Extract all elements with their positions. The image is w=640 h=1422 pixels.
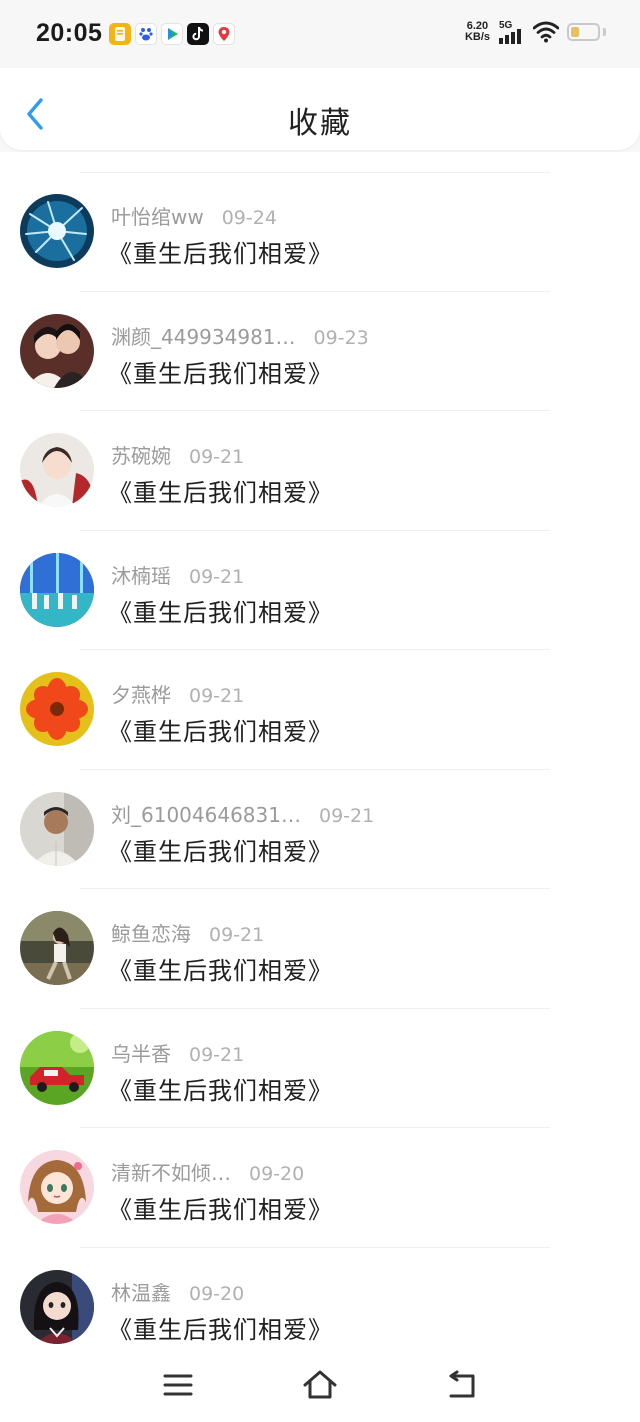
favorite-item[interactable]: 林温鑫 09-20 《重生后我们相爱》 (0, 1248, 640, 1367)
user-name[interactable]: 沐楠瑶 (111, 560, 171, 589)
wifi-icon (533, 21, 559, 43)
favorite-meta: 鲸鱼恋海 09-21 (111, 918, 264, 947)
user-name[interactable]: 刘_61004646831… (111, 799, 301, 828)
favorite-date: 09-21 (209, 924, 265, 946)
user-name[interactable]: 苏碗婉 (111, 440, 171, 469)
back-icon (449, 1370, 475, 1398)
book-title[interactable]: 《重生后我们相爱》 (108, 1071, 333, 1106)
book-title[interactable]: 《重生后我们相爱》 (108, 832, 333, 867)
favorite-item[interactable]: 夕燕桦 09-21 《重生后我们相爱》 (0, 650, 640, 770)
status-time: 20:05 (36, 19, 103, 47)
user-name[interactable]: 渊颜_449934981… (111, 321, 296, 350)
favorite-item[interactable]: 叶怡绾ww 09-24 《重生后我们相爱》 (0, 172, 640, 292)
book-title[interactable]: 《重生后我们相爱》 (108, 593, 333, 628)
tiktok-app-icon (187, 23, 209, 45)
favorite-meta: 沐楠瑶 09-21 (111, 560, 244, 589)
stage-avatar[interactable] (20, 552, 94, 627)
anime-girl-avatar[interactable] (20, 1150, 94, 1224)
menu-button[interactable] (158, 1368, 198, 1402)
page-header: 收藏 (0, 68, 640, 150)
book-title[interactable]: 《重生后我们相爱》 (108, 951, 333, 986)
home-button[interactable] (300, 1368, 340, 1402)
favorite-meta: 叶怡绾ww 09-24 (111, 201, 277, 230)
girl-avatar[interactable] (20, 1269, 94, 1344)
favorite-meta: 乌半香 09-21 (111, 1038, 244, 1067)
outdoor-avatar[interactable] (20, 911, 94, 985)
favorite-date: 09-21 (189, 565, 245, 588)
favorite-meta: 夕燕桦 09-21 (111, 679, 244, 708)
network-speed-unit: KB/s (464, 31, 490, 43)
man-avatar[interactable] (20, 791, 94, 866)
user-name[interactable]: 夕燕桦 (111, 679, 171, 708)
menu-icon (163, 1374, 193, 1396)
favorite-item[interactable]: 沐楠瑶 09-21 《重生后我们相爱》 (0, 531, 640, 650)
notification-app-icons (109, 23, 235, 45)
user-name[interactable]: 林温鑫 (111, 1277, 171, 1306)
favorite-item[interactable]: 渊颜_449934981… 09-23 《重生后我们相爱》 (0, 292, 640, 411)
battery-tip (603, 28, 606, 36)
back-nav-button[interactable] (442, 1368, 482, 1402)
favorite-meta: 清新不如倾… 09-20 (111, 1157, 304, 1186)
notes-app-icon (109, 23, 131, 45)
book-title[interactable]: 《重生后我们相爱》 (108, 1190, 333, 1225)
favorite-date: 09-21 (189, 685, 245, 707)
favorite-meta: 刘_61004646831… 09-21 (111, 799, 374, 828)
favorite-meta: 苏碗婉 09-21 (111, 440, 244, 469)
page-title: 收藏 (288, 106, 352, 141)
map-app-icon (213, 23, 235, 45)
favorite-item[interactable]: 清新不如倾… 09-20 《重生后我们相爱》 (0, 1128, 640, 1248)
system-navigation-bar (0, 1352, 640, 1422)
favorite-date: 09-24 (221, 207, 277, 229)
favorite-meta: 林温鑫 09-20 (111, 1277, 244, 1306)
book-title[interactable]: 《重生后我们相爱》 (108, 234, 333, 269)
favorite-item[interactable]: 乌半香 09-21 《重生后我们相爱》 (0, 1009, 640, 1128)
user-name[interactable]: 叶怡绾ww (111, 201, 204, 230)
book-title[interactable]: 《重生后我们相爱》 (108, 1310, 333, 1345)
video-app-icon (161, 23, 183, 45)
couple-avatar[interactable] (20, 313, 94, 388)
user-name[interactable]: 清新不如倾… (111, 1157, 231, 1186)
home-icon (303, 1370, 337, 1399)
orange-flower-avatar[interactable] (20, 672, 94, 746)
favorite-date: 09-21 (189, 446, 245, 468)
book-title[interactable]: 《重生后我们相爱》 (108, 354, 333, 389)
favorite-date: 09-20 (249, 1163, 305, 1185)
blue-flower-avatar[interactable] (20, 194, 94, 268)
status-bar: 20:05 6.20 KB/s 5G (0, 0, 640, 68)
baidu-app-icon (135, 23, 157, 45)
cellular-signal-icon: 5G (499, 20, 525, 44)
user-name[interactable]: 鲸鱼恋海 (111, 918, 191, 947)
user-name[interactable]: 乌半香 (111, 1038, 171, 1067)
favorite-date: 09-20 (189, 1282, 245, 1305)
network-speed-indicator: 6.20 KB/s (465, 21, 490, 43)
portrait-avatar[interactable] (20, 433, 94, 507)
battery-icon (567, 23, 600, 41)
book-title[interactable]: 《重生后我们相爱》 (108, 473, 333, 508)
favorite-item[interactable]: 鲸鱼恋海 09-21 《重生后我们相爱》 (0, 889, 640, 1009)
favorite-date: 09-23 (313, 326, 369, 349)
favorite-meta: 渊颜_449934981… 09-23 (111, 321, 369, 350)
book-title[interactable]: 《重生后我们相爱》 (108, 712, 333, 747)
toy-car-avatar[interactable] (20, 1030, 94, 1105)
favorite-date: 09-21 (318, 804, 375, 827)
favorite-date: 09-21 (189, 1043, 245, 1066)
favorite-item[interactable]: 刘_61004646831… 09-21 《重生后我们相爱》 (0, 770, 640, 889)
favorite-item[interactable]: 苏碗婉 09-21 《重生后我们相爱》 (0, 411, 640, 531)
